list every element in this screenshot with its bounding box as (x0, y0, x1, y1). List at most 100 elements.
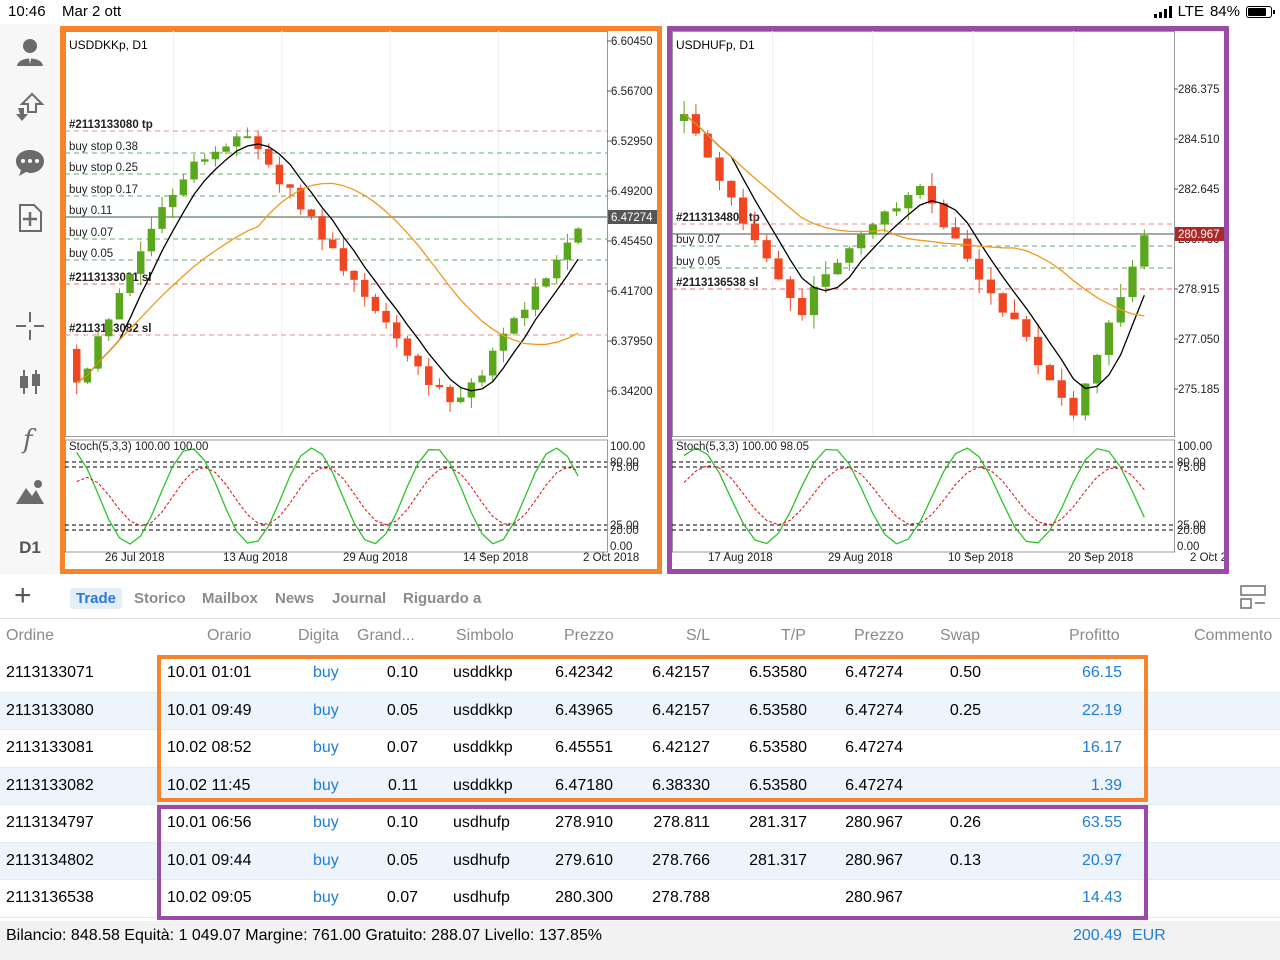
candle-body (762, 240, 771, 259)
tab-mailbox[interactable]: Mailbox (196, 588, 264, 609)
date-tick-label: 20 Sep 2018 (1068, 552, 1133, 564)
candle-body (382, 310, 390, 323)
chart-usdhuf[interactable]: 286.375284.510282.645280.780278.915277.0… (667, 26, 1229, 574)
candle-body (446, 386, 454, 403)
status-right: LTE 84% (1153, 3, 1275, 20)
candle-body (521, 309, 529, 319)
price-tick-label: 278.915 (1178, 284, 1220, 296)
candle-body (904, 194, 913, 209)
col-digita[interactable]: Digita (298, 627, 339, 645)
currency-label: EUR (1132, 927, 1166, 944)
crosshair-icon[interactable] (12, 308, 48, 344)
trade-arrows-icon[interactable] (12, 88, 48, 124)
candle-body (916, 185, 925, 195)
candle-body (158, 207, 166, 229)
layout-icon[interactable] (1240, 585, 1266, 609)
account-icon[interactable] (12, 34, 48, 70)
add-icon[interactable]: + (14, 581, 32, 611)
tab-news[interactable]: News (269, 588, 320, 609)
date-tick-label: 2 Oct 2018 (583, 552, 639, 564)
ma-fast-line (76, 143, 579, 392)
cell-ordine: 2113133082 (6, 776, 94, 794)
new-order-icon[interactable] (12, 200, 48, 236)
col-sl[interactable]: S/L (686, 627, 710, 645)
price-tick-label: 284.510 (1178, 134, 1220, 146)
candle-body (243, 136, 252, 139)
battery-label: 84% (1209, 3, 1240, 20)
candle-body (821, 274, 830, 287)
col-simbolo[interactable]: Simbolo (456, 627, 514, 645)
date-tick-label: 10 Sep 2018 (948, 552, 1013, 564)
order-label: buy 0.11 (69, 205, 112, 217)
candle-body (222, 146, 230, 152)
candle-body (435, 384, 444, 387)
chart-usddkk-canvas[interactable]: 6.60450 6.56700 6.52950 6.49200 6.45450 6.417… (65, 31, 657, 569)
candle-body (680, 114, 689, 121)
col-prezzo-current[interactable]: Prezzo (854, 627, 904, 645)
order-label: buy 0.07 (69, 227, 113, 239)
order-label: buy 0.07 (676, 234, 720, 246)
date-tick-label: 29 Aug 2018 (343, 552, 408, 564)
chart-type-icon[interactable] (12, 364, 48, 400)
status-bar: 10:46 Mar 2 ott LTE 84% (0, 0, 1280, 24)
chart-usdhuf-canvas[interactable]: 286.375284.510282.645280.780278.915277.0… (672, 31, 1224, 569)
candle-body (715, 157, 724, 181)
candle-body (727, 180, 736, 198)
candle-body (1093, 354, 1102, 384)
candle-body (880, 211, 889, 225)
candle-body (403, 338, 412, 356)
candle-body (868, 224, 878, 235)
network-label: LTE (1177, 3, 1204, 20)
col-profitto[interactable]: Profitto (1069, 627, 1120, 645)
candle-body (1140, 235, 1149, 267)
candle-body (531, 286, 540, 310)
candle-body (361, 279, 369, 297)
candle-body (94, 336, 102, 369)
stoch-title: Stoch(5,3,3) 100.00 100.00 (69, 441, 208, 453)
left-toolbar: f D1 (0, 24, 60, 574)
price-tick-label: 6.37950 (611, 336, 653, 348)
objects-icon[interactable] (12, 474, 48, 510)
col-grandezza[interactable]: Grand... (357, 627, 415, 645)
candle-body (951, 227, 960, 239)
candle-body (975, 258, 984, 280)
col-prezzo-open[interactable]: Prezzo (564, 627, 614, 645)
col-orario[interactable]: Orario (207, 627, 251, 645)
order-label: #2113133080 tp (69, 119, 153, 131)
col-ordine[interactable]: Ordine (6, 627, 54, 645)
price-tick-label: 6.60450 (611, 36, 653, 48)
col-swap[interactable]: Swap (940, 627, 980, 645)
ma-fast-line (683, 113, 1145, 390)
candle-body (1104, 322, 1114, 355)
chart-title: USDHUFp, D1 (676, 38, 755, 52)
candle-body (414, 355, 422, 367)
tab-trade[interactable]: Trade (70, 588, 123, 609)
stoch-level-label: 75.00 (1177, 462, 1206, 474)
signal-icon (1153, 5, 1172, 18)
tab-storico[interactable]: Storico (128, 588, 192, 609)
total-profit: 200.49 (1073, 927, 1122, 944)
chat-icon[interactable] (12, 144, 48, 180)
col-tp[interactable]: T/P (781, 627, 806, 645)
date-tick-label: 17 Aug 2018 (708, 552, 773, 564)
stoch-d-line (76, 466, 579, 527)
candle-body (542, 278, 550, 287)
chart-usddkk[interactable]: 6.60450 6.56700 6.52950 6.49200 6.45450 6.417… (60, 26, 662, 574)
tab-journal[interactable]: Journal (326, 588, 392, 609)
candle-body (1128, 266, 1137, 298)
price-tick-label: 6.41700 (611, 286, 653, 298)
date-tick-label: 2 Oct 2018 (1190, 552, 1224, 564)
tab-riguardo[interactable]: Riguardo a (397, 588, 487, 609)
candle-body (265, 149, 273, 165)
candle-body (809, 286, 819, 316)
timeframe-button[interactable]: D1 (12, 530, 48, 566)
candle-body (425, 366, 433, 385)
price-tick-label: 277.050 (1178, 334, 1220, 346)
order-label: buy 0.05 (69, 248, 113, 260)
indicators-icon[interactable]: f (12, 420, 48, 456)
col-commento[interactable]: Commento (1194, 627, 1272, 645)
order-label: buy stop 0.17 (69, 184, 138, 196)
candle-body (563, 242, 572, 260)
cell-ordine: 2113133081 (6, 739, 94, 756)
candle-body (211, 151, 220, 160)
